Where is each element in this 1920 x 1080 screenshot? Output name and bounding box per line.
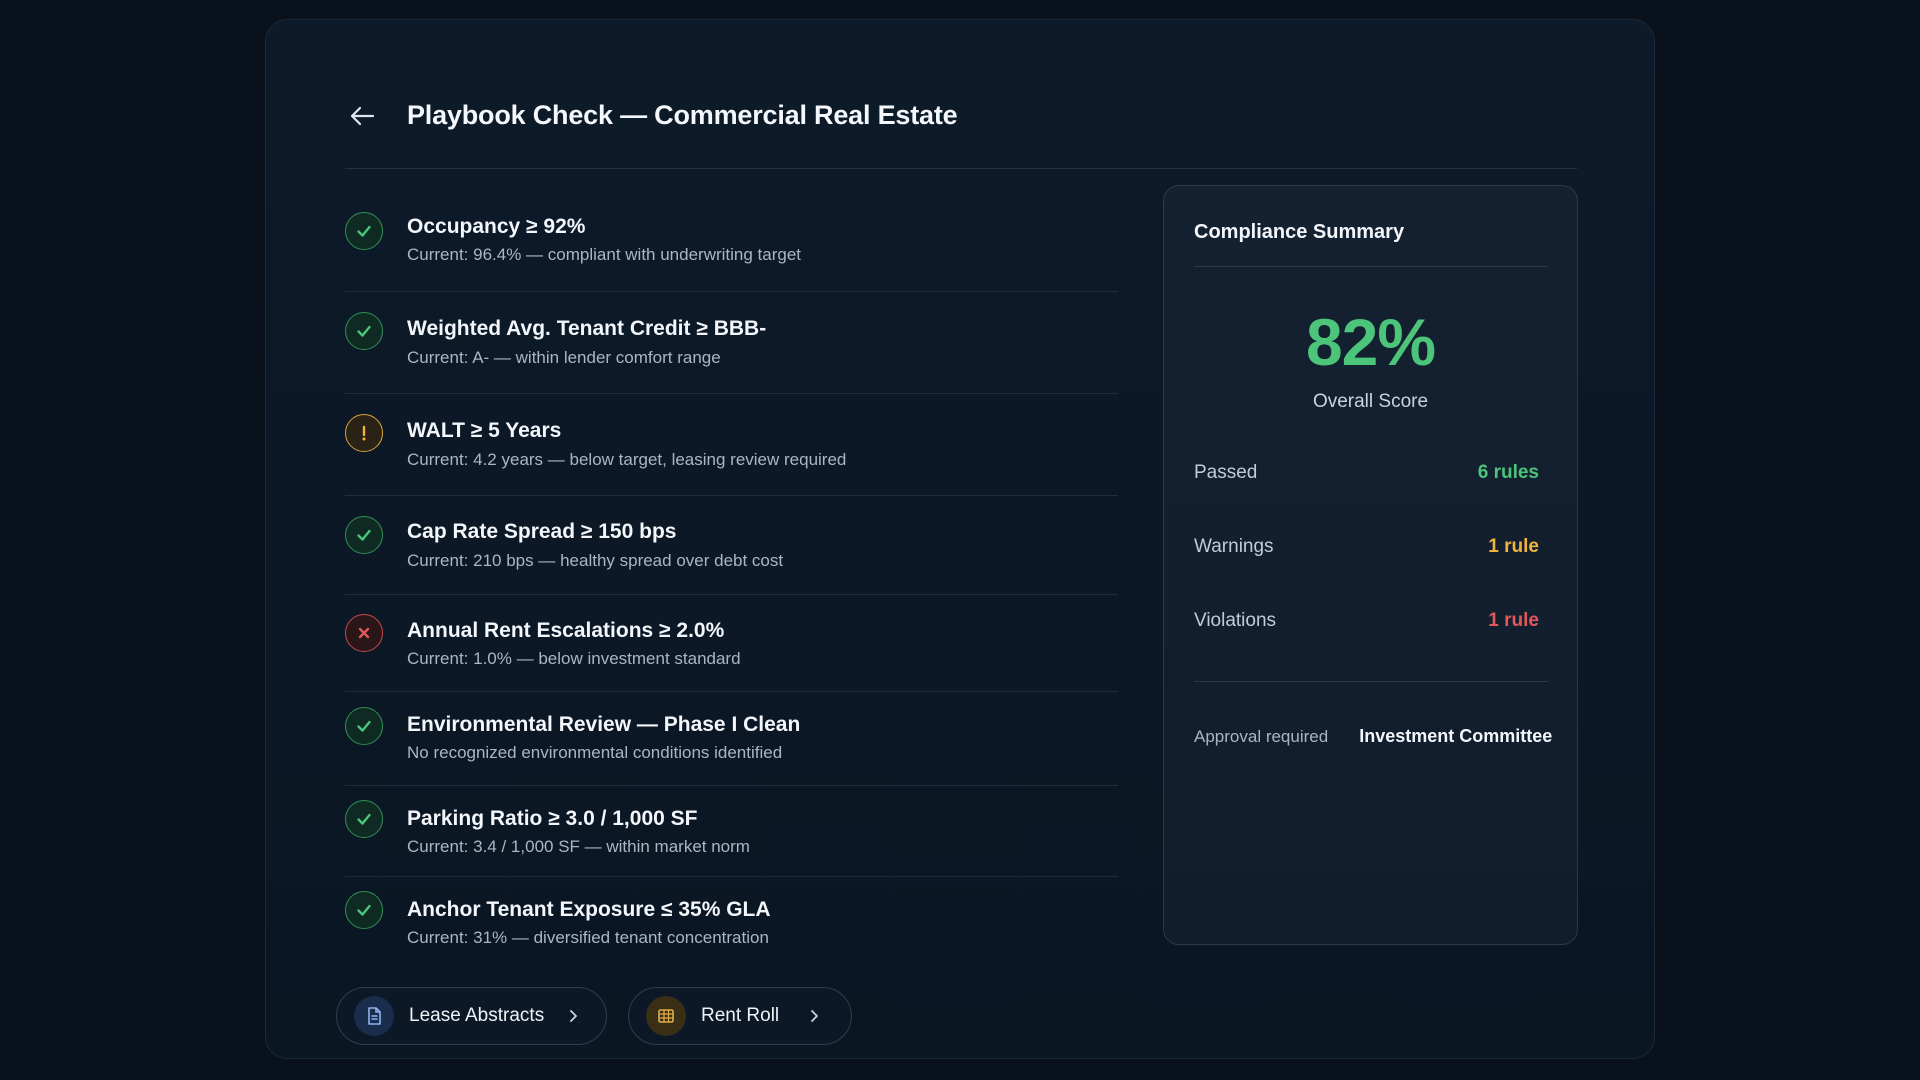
stat-violations-row: Violations 1 rule — [1194, 610, 1539, 632]
rule-item[interactable]: Occupancy ≥ 92% Current: 96.4% — complia… — [345, 190, 1118, 292]
approval-required: Approval required Investment Committee — [1194, 726, 1552, 747]
page-header: Playbook Check — Commercial Real Estate — [345, 76, 1577, 169]
stat-passed-row: Passed 6 rules — [1194, 462, 1539, 484]
chip-label: Rent Roll — [701, 1005, 780, 1026]
summary-title: Compliance Summary — [1194, 221, 1405, 243]
rule-item[interactable]: WALT ≥ 5 Years Current: 4.2 years — belo… — [345, 394, 1118, 496]
rule-description: Current: 3.4 / 1,000 SF — within market … — [407, 837, 750, 856]
page-title: Playbook Check — Commercial Real Estate — [407, 100, 958, 130]
rule-title: Parking Ratio ≥ 3.0 / 1,000 SF — [407, 807, 698, 830]
overall-score-value: 82% — [1305, 305, 1436, 379]
stat-value: 1 rule — [1488, 536, 1539, 557]
stat-label: Violations — [1194, 610, 1277, 631]
stat-value: 6 rules — [1477, 462, 1539, 483]
chevron-right-icon — [809, 1009, 819, 1023]
chevron-right-icon — [568, 1009, 578, 1023]
rule-title: Environmental Review — Phase I Clean — [407, 713, 801, 736]
compliance-summary-card: Compliance Summary 82% Overall Score Pas… — [1163, 185, 1578, 945]
rule-title: WALT ≥ 5 Years — [407, 419, 562, 442]
rule-description: Current: 1.0% — below investment standar… — [407, 649, 741, 668]
lease-abstracts-button[interactable]: Lease Abstracts — [336, 987, 607, 1045]
rule-description: Current: A- — within lender comfort rang… — [407, 348, 721, 367]
rule-item[interactable]: Parking Ratio ≥ 3.0 / 1,000 SF Current: … — [345, 786, 1118, 877]
check-icon — [345, 312, 383, 350]
divider — [1194, 266, 1548, 267]
rule-description: Current: 31% — diversified tenant concen… — [407, 928, 769, 947]
check-icon — [345, 516, 383, 554]
stat-label: Passed — [1194, 462, 1258, 483]
back-button[interactable] — [345, 99, 379, 133]
arrow-left-icon — [350, 106, 375, 126]
stat-value: 1 rule — [1488, 610, 1539, 631]
table-grid-icon — [646, 996, 686, 1036]
rule-title: Anchor Tenant Exposure ≤ 35% GLA — [407, 898, 771, 921]
check-icon — [345, 891, 383, 929]
rule-item[interactable]: Anchor Tenant Exposure ≤ 35% GLA Current… — [345, 877, 1118, 967]
chip-label: Lease Abstracts — [409, 1005, 545, 1026]
document-icon — [354, 996, 394, 1036]
check-icon — [345, 800, 383, 838]
rule-title: Annual Rent Escalations ≥ 2.0% — [407, 619, 725, 642]
approval-label: Approval required — [1194, 727, 1329, 746]
overall-score-label: Overall Score — [1312, 391, 1429, 412]
playbook-panel: Playbook Check — Commercial Real Estate … — [265, 19, 1655, 1059]
check-icon — [345, 707, 383, 745]
x-icon — [345, 614, 383, 652]
warning-icon — [345, 414, 383, 452]
rule-item[interactable]: Cap Rate Spread ≥ 150 bps Current: 210 b… — [345, 496, 1118, 595]
rule-title: Weighted Avg. Tenant Credit ≥ BBB- — [407, 317, 767, 340]
rule-item[interactable]: Annual Rent Escalations ≥ 2.0% Current: … — [345, 595, 1118, 692]
stat-label: Warnings — [1194, 536, 1274, 557]
rule-description: No recognized environmental conditions i… — [407, 743, 783, 762]
rule-description: Current: 96.4% — compliant with underwri… — [407, 245, 802, 264]
rule-item[interactable]: Weighted Avg. Tenant Credit ≥ BBB- Curre… — [345, 292, 1118, 394]
stat-warnings-row: Warnings 1 rule — [1194, 536, 1539, 558]
rule-title: Cap Rate Spread ≥ 150 bps — [407, 520, 677, 543]
approval-value: Investment Committee — [1359, 726, 1553, 746]
rent-roll-button[interactable]: Rent Roll — [628, 987, 852, 1045]
rule-item[interactable]: Environmental Review — Phase I Clean No … — [345, 692, 1118, 786]
check-icon — [345, 212, 383, 250]
rules-list: Occupancy ≥ 92% Current: 96.4% — complia… — [345, 190, 1118, 967]
rule-title: Occupancy ≥ 92% — [407, 215, 586, 238]
rule-description: Current: 210 bps — healthy spread over d… — [407, 551, 784, 570]
divider — [1194, 681, 1548, 682]
rule-description: Current: 4.2 years — below target, leasi… — [407, 450, 847, 469]
